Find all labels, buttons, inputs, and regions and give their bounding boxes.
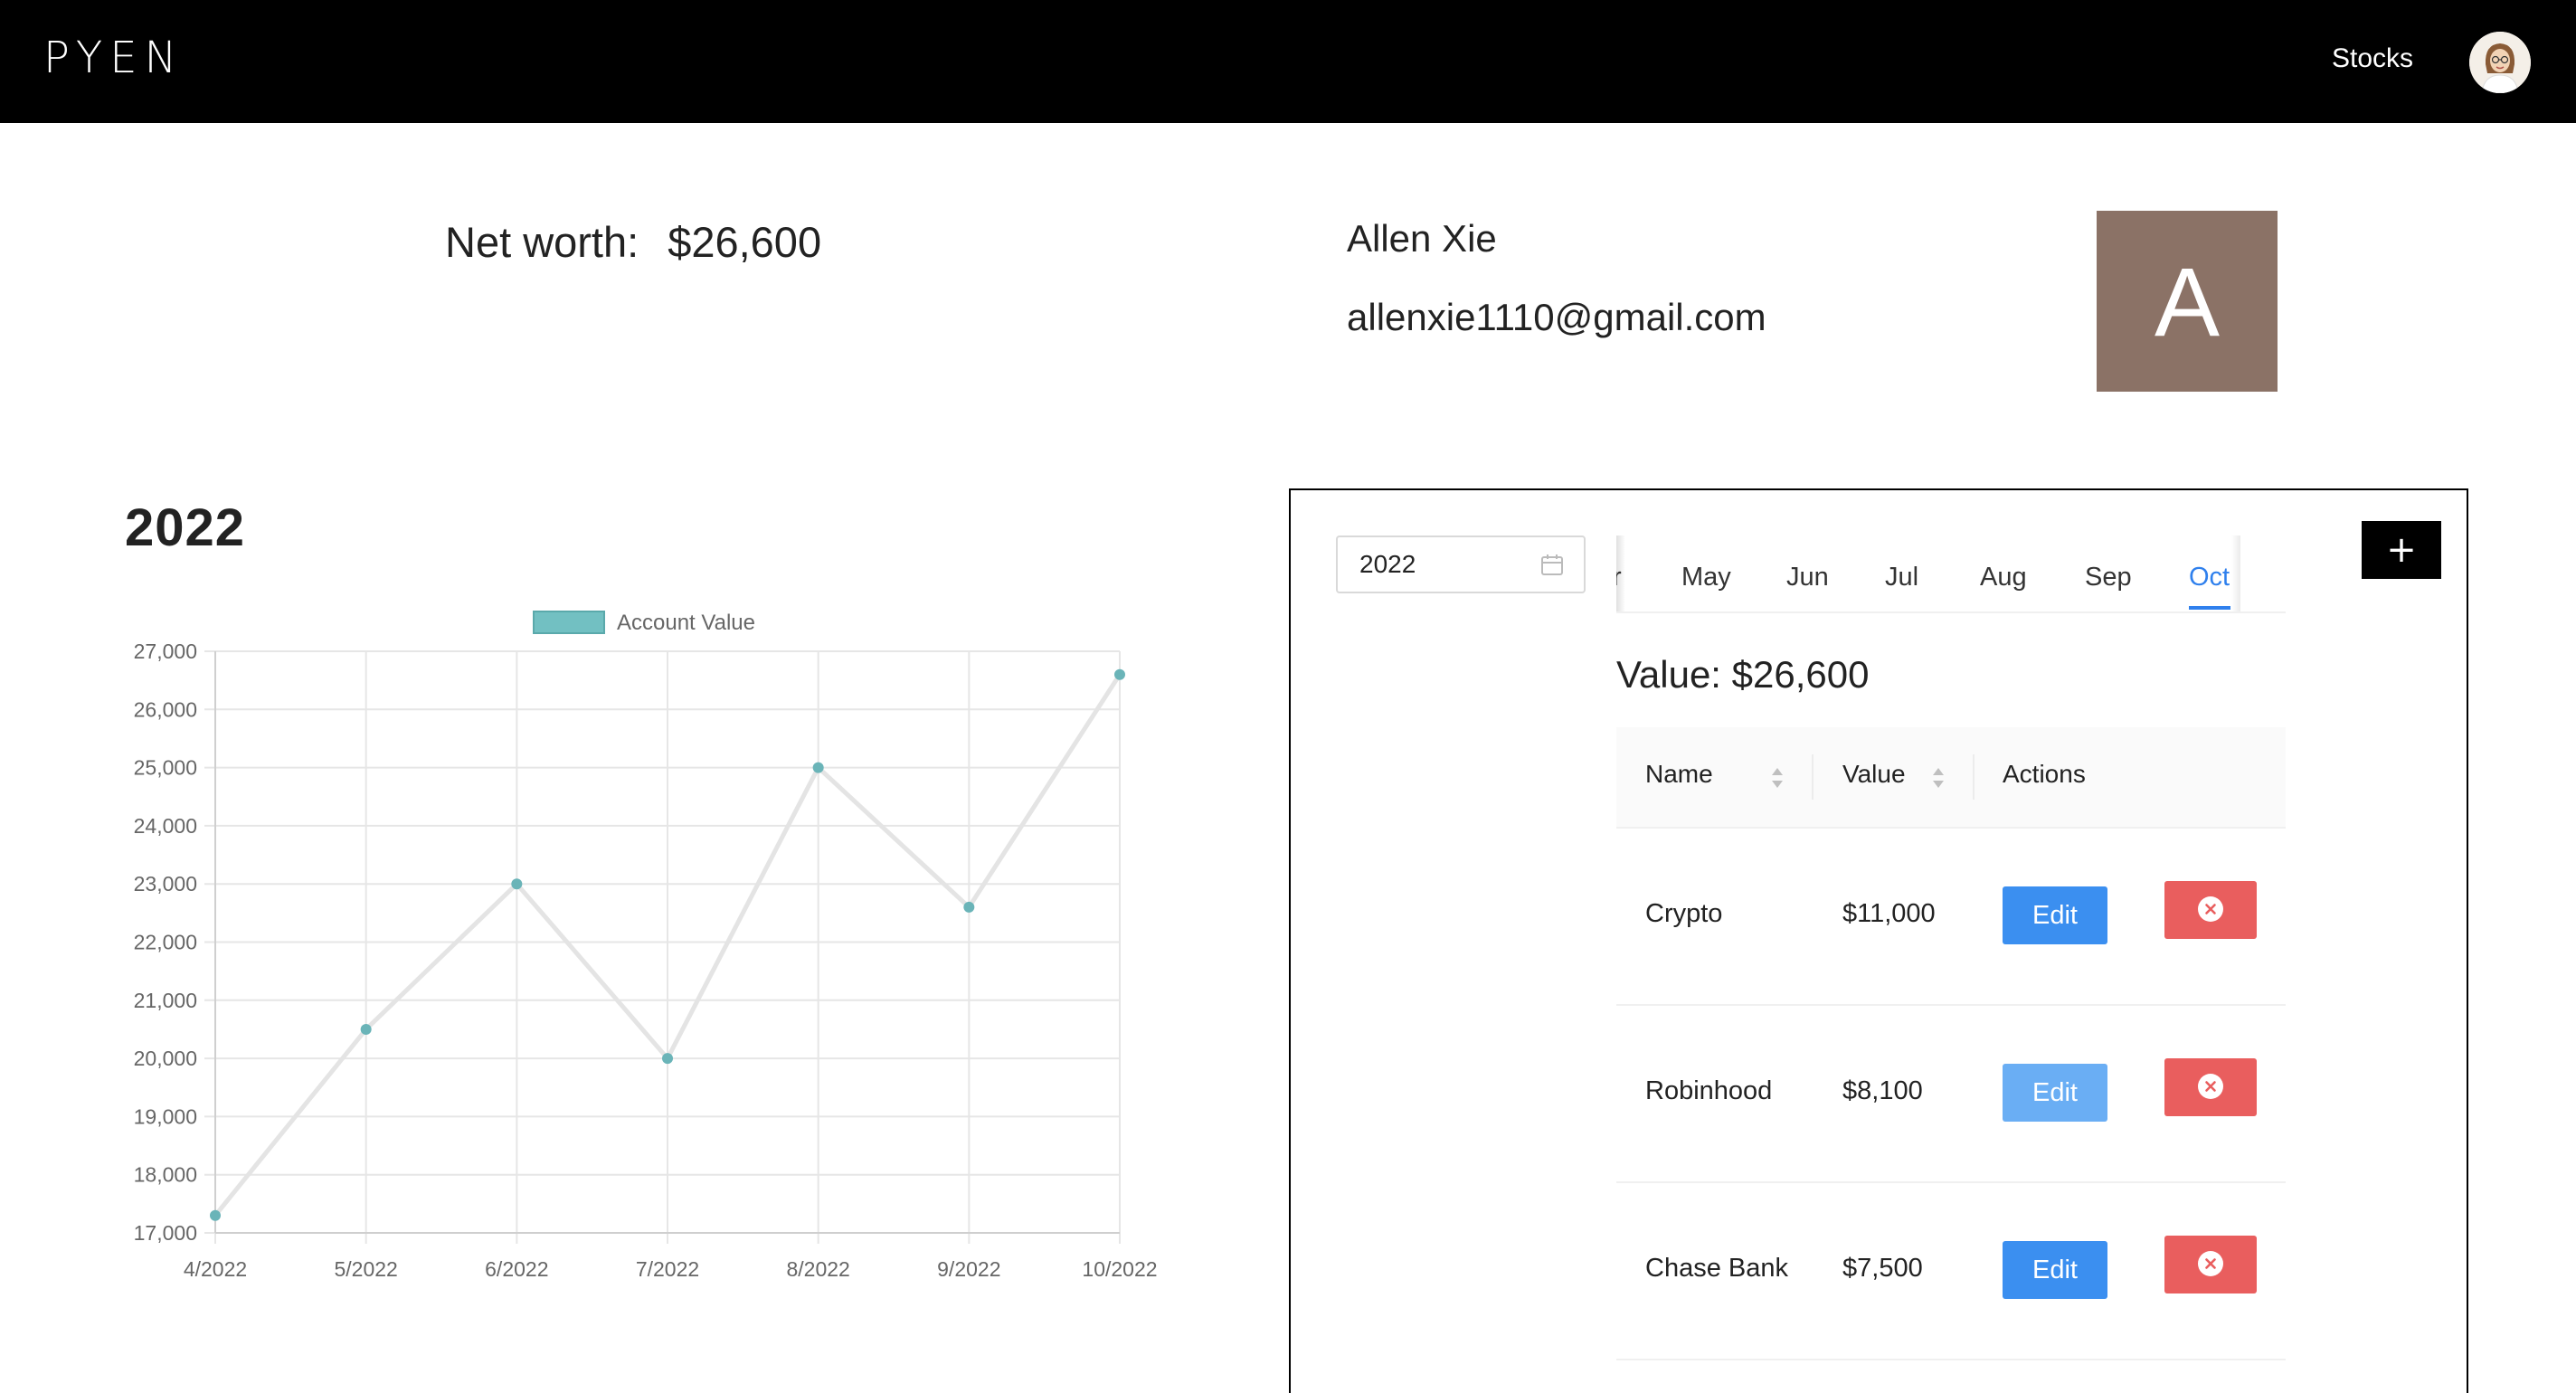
tabs-scroll-shadow-left xyxy=(1616,535,1625,611)
close-circle-icon xyxy=(2197,896,2224,925)
account-value: $11,000 xyxy=(1842,899,1936,928)
legend-swatch xyxy=(533,611,605,634)
data-point xyxy=(360,1023,372,1035)
month-value-heading: Value: $26,600 xyxy=(1616,653,1870,696)
account-value-chart: 27,000 26,000 25,000 24,000 23,000 22,000 21,0… xyxy=(134,611,1158,1281)
user-email: allenxie1110@gmail.com xyxy=(1347,296,1766,338)
account-value: $7,500 xyxy=(1842,1254,1923,1283)
net-worth: Net worth: $26,600 xyxy=(445,217,821,267)
column-header-value[interactable]: Value xyxy=(1842,760,1906,789)
x-tick-label: 10/2022 xyxy=(1082,1257,1157,1281)
data-point xyxy=(662,1053,673,1065)
tab-jun[interactable]: Jun xyxy=(1786,563,1829,592)
nav-link-stocks[interactable]: Stocks xyxy=(2332,43,2413,74)
edit-button[interactable]: Edit xyxy=(2003,1064,2107,1122)
tab-oct[interactable]: Oct xyxy=(2189,563,2230,592)
delete-button[interactable] xyxy=(2164,1058,2257,1116)
x-tick-label: 8/2022 xyxy=(786,1257,849,1281)
net-worth-value: $26,600 xyxy=(668,218,822,266)
month-tabs: r May Jun Jul Aug Sep Oct xyxy=(1616,535,2286,613)
table-row: Robinhood $8,100 Edit xyxy=(1616,1006,2286,1183)
year-picker[interactable]: 2022 xyxy=(1336,535,1586,593)
close-circle-icon xyxy=(2197,1250,2224,1280)
y-tick-label: 20,000 xyxy=(134,1047,197,1070)
x-tick-label: 9/2022 xyxy=(937,1257,1000,1281)
year-picker-value: 2022 xyxy=(1359,550,1416,578)
account-name: Chase Bank xyxy=(1645,1254,1788,1283)
x-tick-label: 5/2022 xyxy=(334,1257,397,1281)
account-name: Robinhood xyxy=(1645,1076,1773,1105)
x-tick-label: 6/2022 xyxy=(485,1257,548,1281)
avatar-initial: A xyxy=(2154,246,2221,356)
column-divider xyxy=(1973,754,1975,800)
y-tick-label: 24,000 xyxy=(134,814,197,838)
delete-button[interactable] xyxy=(2164,881,2257,939)
active-tab-indicator xyxy=(2189,606,2230,610)
tab-may[interactable]: May xyxy=(1681,563,1731,592)
y-tick-label: 21,000 xyxy=(134,989,197,1012)
table-row: Chase Bank $7,500 Edit xyxy=(1616,1183,2286,1360)
tabs-scroll-shadow-right xyxy=(2231,535,2240,611)
net-worth-label: Net worth: xyxy=(445,218,639,266)
table-row: Crypto $11,000 Edit xyxy=(1616,829,2286,1006)
edit-button[interactable]: Edit xyxy=(2003,886,2107,944)
edit-button[interactable]: Edit xyxy=(2003,1241,2107,1299)
tab-sep[interactable]: Sep xyxy=(2085,563,2132,592)
column-header-actions: Actions xyxy=(2003,760,2086,788)
tab-jul[interactable]: Jul xyxy=(1885,563,1918,592)
data-point xyxy=(963,901,975,913)
tab-aug[interactable]: Aug xyxy=(1980,563,2027,592)
chart-year-title: 2022 xyxy=(125,498,246,557)
y-tick-label: 18,000 xyxy=(134,1163,197,1187)
y-tick-label: 23,000 xyxy=(134,872,197,896)
account-value: $8,100 xyxy=(1842,1076,1923,1105)
account-name: Crypto xyxy=(1645,899,1723,928)
y-tick-label: 27,000 xyxy=(134,640,197,663)
profile-avatar: A xyxy=(2097,211,2278,392)
close-circle-icon xyxy=(2197,1073,2224,1103)
user-avatar-icon[interactable] xyxy=(2469,32,2531,93)
data-point xyxy=(210,1209,221,1221)
accounts-table: Name Value Actions Crypto $11,000 Edit R… xyxy=(1616,727,2286,1360)
calendar-icon xyxy=(1540,554,1564,582)
data-point xyxy=(511,878,523,890)
top-navbar: PYEN Stocks xyxy=(0,0,2576,123)
x-tick-label: 4/2022 xyxy=(184,1257,247,1281)
table-header: Name Value Actions xyxy=(1616,727,2286,829)
data-point xyxy=(1114,668,1125,680)
data-point xyxy=(812,762,824,773)
user-name: Allen Xie xyxy=(1347,217,1497,260)
y-tick-label: 26,000 xyxy=(134,697,197,721)
column-header-name[interactable]: Name xyxy=(1645,760,1713,789)
y-tick-label: 17,000 xyxy=(134,1221,197,1245)
y-tick-label: 22,000 xyxy=(134,931,197,954)
sort-icon[interactable] xyxy=(1770,765,1785,795)
accounts-panel: 2022 r May Jun Jul Aug Sep Oct + Value: … xyxy=(1289,488,2468,1393)
brand-logo[interactable]: PYEN xyxy=(43,33,184,83)
column-divider xyxy=(1812,754,1814,800)
delete-button[interactable] xyxy=(2164,1236,2257,1294)
x-tick-label: 7/2022 xyxy=(636,1257,699,1281)
y-tick-label: 25,000 xyxy=(134,756,197,780)
add-account-button[interactable]: + xyxy=(2362,521,2441,579)
legend-label: Account Value xyxy=(617,611,755,635)
y-tick-label: 19,000 xyxy=(134,1104,197,1128)
sort-icon[interactable] xyxy=(1931,765,1946,795)
